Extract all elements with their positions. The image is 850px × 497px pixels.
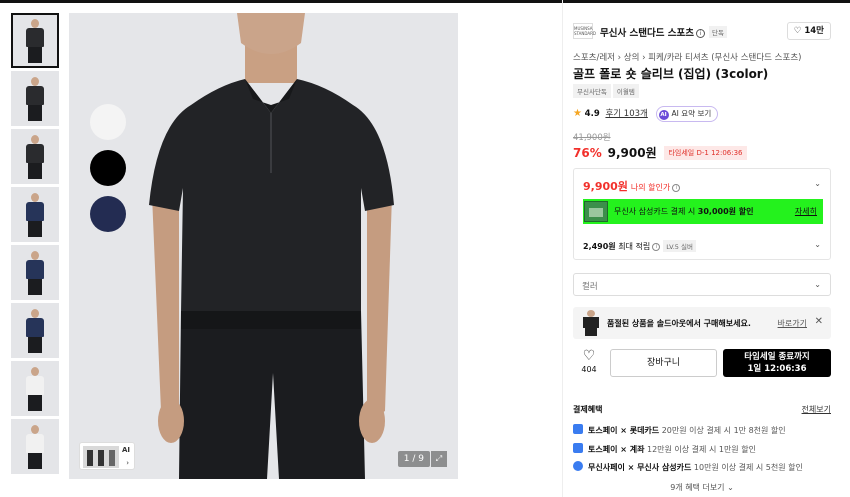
price-row: 76% 9,900원 타임세일 D-1 12:06:36: [573, 144, 747, 161]
ai-icon: AI: [658, 110, 669, 120]
benefits-view-all-link[interactable]: 전체보기: [802, 404, 831, 415]
level-badge: LV.5 실버: [663, 240, 696, 252]
my-price-label: 나의 할인가: [630, 183, 671, 192]
product-tags: 무신사단독 이월템: [573, 84, 641, 98]
gallery-thumbnail[interactable]: [11, 303, 59, 358]
soldout-link[interactable]: 바로가기: [778, 318, 807, 329]
gallery-thumbnail[interactable]: [11, 129, 59, 184]
sale-price: 9,900원: [607, 146, 657, 160]
ai-chip-label: AI: [121, 446, 130, 454]
chevron-down-icon[interactable]: ⌄: [814, 179, 821, 188]
expand-icon[interactable]: ⤢: [431, 451, 447, 467]
chevron-right-icon: ›: [126, 459, 129, 467]
card-text-amount: 30,000원 할인: [697, 207, 754, 216]
soldout-text: 품절된 상품을 솔드아웃에서 구매해보세요.: [607, 319, 751, 328]
benefit-text: 12만원 이상 결제 시 1만원 할인: [644, 445, 756, 454]
review-link[interactable]: 후기 103개: [605, 109, 647, 119]
benefits-expand-button[interactable]: 9개 혜택 더보기 ⌄: [573, 482, 831, 493]
black-swatch[interactable]: [90, 150, 126, 186]
color-swatches: [90, 104, 126, 242]
navy-swatch[interactable]: [90, 196, 126, 232]
my-price-value: 9,900원: [583, 180, 628, 193]
info-icon[interactable]: i: [652, 243, 661, 251]
gallery-thumbnail[interactable]: [11, 187, 59, 242]
product-like-button[interactable]: ♡ 404: [575, 349, 603, 374]
ai-chip-thumbnail: [83, 446, 119, 468]
card-image: [584, 201, 608, 222]
points-label: 최대 적립: [615, 242, 651, 251]
discount-rate: 76%: [573, 146, 602, 160]
brand-exclusive-tag: 단독: [709, 26, 727, 38]
benefit-bold: 무신사페이 × 무신사 삼성카드: [588, 463, 692, 472]
gallery-thumbnail[interactable]: [11, 361, 59, 416]
card-text-prefix: 무신사 삼성카드 결제 시: [614, 207, 698, 216]
payment-benefits-title: 결제혜택: [573, 405, 603, 414]
panel-divider: [562, 0, 563, 497]
discount-box: 9,900원 나의 할인가 i ⌄ 무신사 삼성카드 결제 시 30,000원 할인…: [573, 168, 831, 260]
brand-logo[interactable]: MUSINSA STANDARD: [573, 23, 596, 39]
main-product-image[interactable]: AI › 1 / 9 ⤢: [69, 13, 458, 479]
white-swatch[interactable]: [90, 104, 126, 140]
ai-summary-button[interactable]: AI AI 요약 보기: [655, 106, 719, 122]
brand-like-count: 14만: [804, 26, 824, 36]
product-title: 골프 폴로 숏 슬리브 (집업) (3color): [573, 67, 769, 81]
top-bar: [0, 0, 850, 3]
rating-value: 4.9: [584, 109, 600, 119]
benefit-text: 10만원 이상 결제 시 5천원 할인: [691, 463, 803, 472]
ai-similar-chip[interactable]: AI ›: [79, 442, 135, 470]
gallery-thumbnail[interactable]: [11, 13, 59, 68]
toss-icon: [573, 443, 583, 453]
card-detail-link[interactable]: 자세히: [795, 206, 817, 217]
gallery-thumbnail[interactable]: [11, 71, 59, 126]
buy-button-line1: 타임세일 종료까지: [744, 352, 810, 362]
color-select[interactable]: 컬러 ⌄: [573, 273, 831, 296]
brand-row: MUSINSA STANDARD 무신사 스탠다드 스포츠 i 단독 ♡ 14만: [573, 22, 831, 40]
brand-name[interactable]: 무신사 스탠다드 스포츠 i 단독: [600, 25, 727, 39]
points-row[interactable]: 2,490원 최대 적립 i LV.5 실버: [583, 240, 696, 252]
info-icon[interactable]: i: [696, 29, 706, 38]
color-select-placeholder: 컬러: [582, 282, 598, 292]
buy-button-line2: 1일 12:06:36: [747, 364, 807, 374]
soldout-product-thumb: [582, 310, 600, 336]
toss-icon: [573, 424, 583, 434]
add-to-cart-button[interactable]: 장바구니: [610, 349, 717, 377]
benefit-bold: 토스페이 × 계좌: [588, 445, 645, 454]
card-discount-banner[interactable]: 무신사 삼성카드 결제 시 30,000원 할인 자세히: [583, 199, 823, 224]
model-photo: [69, 13, 458, 479]
product-tag: 무신사단독: [573, 84, 611, 98]
info-icon[interactable]: i: [672, 184, 681, 192]
benefit-item: 무신사페이 × 무신사 삼성카드 10만원 이상 결제 시 5천원 할인: [573, 461, 831, 473]
benefit-text: 20만원 이상 결제 시 1만 8천원 할인: [659, 426, 786, 435]
action-row: ♡ 404 장바구니 타임세일 종료까지 1일 12:06:36: [573, 349, 831, 377]
my-price-row[interactable]: 9,900원 나의 할인가 i: [583, 178, 681, 194]
breadcrumb[interactable]: 스포츠/레저 › 상의 › 피케/카라 티셔츠 (무신사 스탠다드 스포츠): [573, 51, 801, 63]
timesale-badge: 타임세일 D-1 12:06:36: [664, 146, 747, 160]
gallery-thumbnail[interactable]: [11, 245, 59, 300]
brand-name-text[interactable]: 무신사 스탠다드 스포츠: [600, 28, 694, 39]
musinsa-pay-icon: [573, 461, 583, 471]
benefit-bold: 토스페이 × 롯데카드: [588, 426, 660, 435]
buy-button[interactable]: 타임세일 종료까지 1일 12:06:36: [723, 349, 831, 377]
rating-row: ★ 4.9 후기 103개 AI AI 요약 보기: [573, 106, 719, 122]
image-counter: 1 / 9: [397, 451, 430, 467]
brand-like-button[interactable]: ♡ 14만: [786, 22, 831, 40]
chevron-down-icon: ⌄: [814, 280, 821, 289]
soldout-banner: 품절된 상품을 솔드아웃에서 구매해보세요. 바로가기 ✕: [573, 307, 831, 339]
thumbnail-list: [11, 13, 59, 477]
star-icon: ★: [573, 108, 582, 119]
chevron-down-icon[interactable]: ⌄: [814, 240, 821, 249]
original-price: 41,900원: [573, 133, 611, 143]
benefit-item: 토스페이 × 롯데카드 20만원 이상 결제 시 1만 8천원 할인: [573, 424, 831, 436]
ai-summary-label: AI 요약 보기: [671, 109, 712, 118]
payment-benefits-header: 결제혜택 전체보기: [573, 404, 831, 415]
benefit-item: 토스페이 × 계좌 12만원 이상 결제 시 1만원 할인: [573, 443, 831, 455]
close-icon[interactable]: ✕: [815, 316, 823, 327]
card-discount-text: 무신사 삼성카드 결제 시 30,000원 할인: [614, 206, 754, 217]
product-like-count: 404: [581, 365, 597, 374]
heart-icon: ♡: [582, 348, 596, 364]
product-tag: 이월템: [612, 84, 639, 98]
points-amount: 2,490원: [583, 242, 616, 251]
heart-icon: ♡: [793, 26, 802, 36]
gallery-thumbnail[interactable]: [11, 419, 59, 474]
